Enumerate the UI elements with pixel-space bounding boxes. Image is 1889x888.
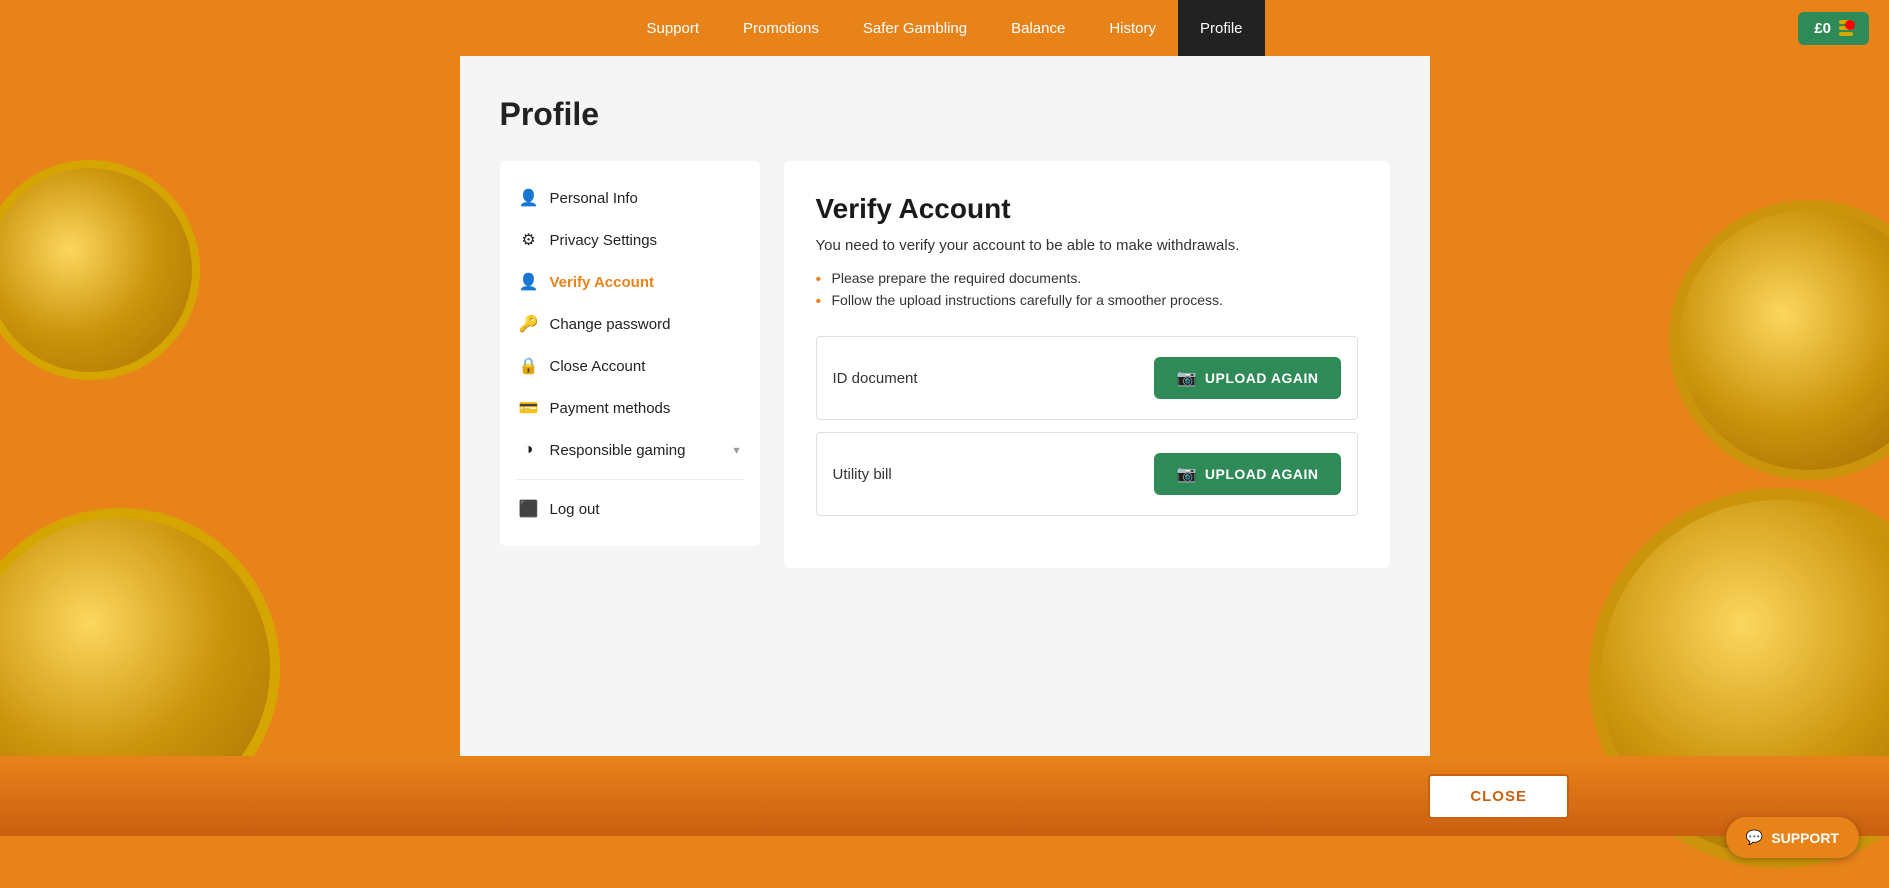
nav-support[interactable]: Support: [624, 0, 721, 56]
balance-amount: £0: [1814, 20, 1831, 37]
sidebar-label-logout: Log out: [550, 501, 740, 518]
verify-content: Verify Account You need to verify your a…: [784, 161, 1390, 568]
sidebar-label-payment-methods: Payment methods: [550, 400, 740, 417]
nav-promotions[interactable]: Promotions: [721, 0, 841, 56]
sidebar: 👤 Personal Info ⚙ Privacy Settings 👤 Ver…: [500, 161, 760, 546]
sidebar-item-responsible-gaming[interactable]: ◑ Responsible gaming ▾: [500, 429, 760, 471]
close-button[interactable]: CLOSE: [1428, 774, 1569, 819]
top-navigation: Support Promotions Safer Gambling Balanc…: [0, 0, 1889, 56]
nav-balance[interactable]: Balance: [989, 0, 1087, 56]
utility-bill-label: Utility bill: [833, 466, 892, 483]
key-icon: 🔑: [520, 315, 538, 333]
nav-safer-gambling[interactable]: Safer Gambling: [841, 0, 989, 56]
sidebar-label-close-account: Close Account: [550, 358, 740, 375]
camera-icon-id: 📷: [1176, 368, 1196, 388]
support-label: SUPPORT: [1771, 830, 1839, 846]
sidebar-label-personal-info: Personal Info: [550, 190, 740, 207]
upload-utility-button[interactable]: 📷 UPLOAD AGAIN: [1154, 453, 1340, 495]
sidebar-label-verify-account: Verify Account: [550, 274, 740, 291]
bullet-item-2: Follow the upload instructions carefully…: [816, 292, 1358, 308]
logout-icon: ⬛: [520, 500, 538, 518]
camera-icon-utility: 📷: [1176, 464, 1196, 484]
main-wrapper: Profile 👤 Personal Info ⚙ Privacy Settin…: [0, 56, 1889, 756]
upload-id-label: UPLOAD AGAIN: [1205, 370, 1319, 386]
sidebar-item-privacy-settings[interactable]: ⚙ Privacy Settings: [500, 219, 760, 261]
half-circle-icon: ◑: [520, 441, 538, 459]
person-icon: 👤: [520, 189, 538, 207]
sidebar-divider: [516, 479, 744, 480]
upload-id-button[interactable]: 📷 UPLOAD AGAIN: [1154, 357, 1340, 399]
balance-button[interactable]: £0: [1798, 12, 1869, 45]
sidebar-item-logout[interactable]: ⬛ Log out: [500, 488, 760, 530]
sidebar-label-change-password: Change password: [550, 316, 740, 333]
verify-bullets: Please prepare the required documents. F…: [816, 270, 1358, 308]
sidebar-item-personal-info[interactable]: 👤 Personal Info: [500, 177, 760, 219]
sidebar-label-responsible-gaming: Responsible gaming: [550, 442, 722, 459]
footer-bar: CLOSE: [0, 756, 1889, 836]
verify-icon: 👤: [520, 273, 538, 291]
support-button[interactable]: 💬 SUPPORT: [1726, 817, 1859, 858]
gear-icon: ⚙: [520, 231, 538, 249]
notification-badge: [1845, 20, 1855, 30]
chevron-down-icon: ▾: [733, 443, 739, 457]
verify-title: Verify Account: [816, 193, 1358, 225]
chat-icon: 💬: [1746, 829, 1763, 846]
profile-title: Profile: [500, 96, 1390, 133]
verify-description: You need to verify your account to be ab…: [816, 237, 1358, 254]
utility-bill-row: Utility bill 📷 UPLOAD AGAIN: [816, 432, 1358, 516]
bullet-item-1: Please prepare the required documents.: [816, 270, 1358, 286]
profile-content: 👤 Personal Info ⚙ Privacy Settings 👤 Ver…: [500, 161, 1390, 568]
sidebar-item-change-password[interactable]: 🔑 Change password: [500, 303, 760, 345]
nav-history[interactable]: History: [1087, 0, 1178, 56]
nav-profile[interactable]: Profile: [1178, 0, 1265, 56]
sidebar-item-verify-account[interactable]: 👤 Verify Account: [500, 261, 760, 303]
id-document-label: ID document: [833, 370, 918, 387]
nav-links: Support Promotions Safer Gambling Balanc…: [624, 0, 1264, 56]
sidebar-item-payment-methods[interactable]: 💳 Payment methods: [500, 387, 760, 429]
id-document-row: ID document 📷 UPLOAD AGAIN: [816, 336, 1358, 420]
lock-icon: 🔒: [520, 357, 538, 375]
sidebar-label-privacy-settings: Privacy Settings: [550, 232, 740, 249]
payment-icon: 💳: [520, 399, 538, 417]
upload-utility-label: UPLOAD AGAIN: [1205, 466, 1319, 482]
sidebar-item-close-account[interactable]: 🔒 Close Account: [500, 345, 760, 387]
profile-panel: Profile 👤 Personal Info ⚙ Privacy Settin…: [460, 56, 1430, 756]
